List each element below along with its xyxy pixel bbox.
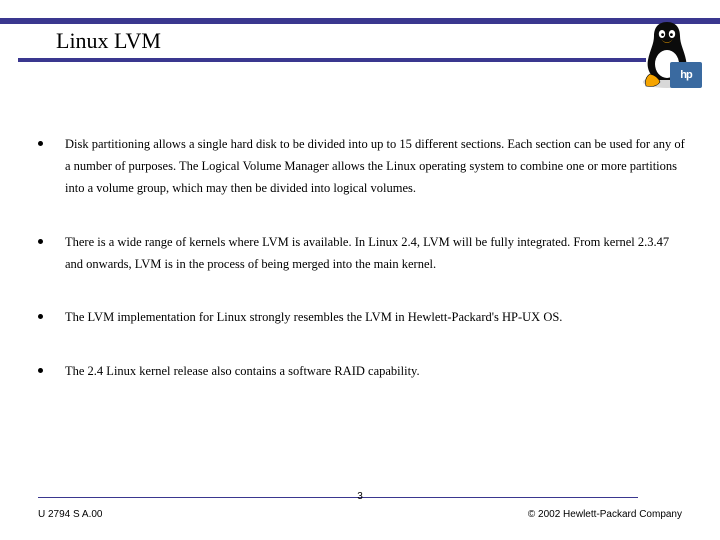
footer-right: © 2002 Hewlett-Packard Company	[528, 509, 682, 520]
bullet-text: There is a wide range of kernels where L…	[65, 232, 688, 276]
slide: Linux LVM hp Disk partitioning allows a …	[0, 0, 720, 540]
list-item: There is a wide range of kernels where L…	[38, 232, 688, 276]
bullet-icon	[38, 314, 43, 319]
list-item: The LVM implementation for Linux strongl…	[38, 307, 688, 329]
top-bar	[0, 18, 720, 24]
list-item: Disk partitioning allows a single hard d…	[38, 134, 688, 200]
content: Disk partitioning allows a single hard d…	[38, 134, 688, 415]
bullet-icon	[38, 239, 43, 244]
bullet-text: The LVM implementation for Linux strongl…	[65, 307, 562, 329]
bullet-text: Disk partitioning allows a single hard d…	[65, 134, 688, 200]
bullet-icon	[38, 368, 43, 373]
bullet-text: The 2.4 Linux kernel release also contai…	[65, 361, 420, 383]
footer-left: U 2794 S A.00	[38, 509, 103, 520]
page-number: 3	[0, 491, 720, 502]
page-title: Linux LVM	[56, 28, 161, 54]
list-item: The 2.4 Linux kernel release also contai…	[38, 361, 688, 383]
title-rule	[18, 58, 646, 62]
hp-logo: hp	[670, 62, 702, 88]
bullet-icon	[38, 141, 43, 146]
